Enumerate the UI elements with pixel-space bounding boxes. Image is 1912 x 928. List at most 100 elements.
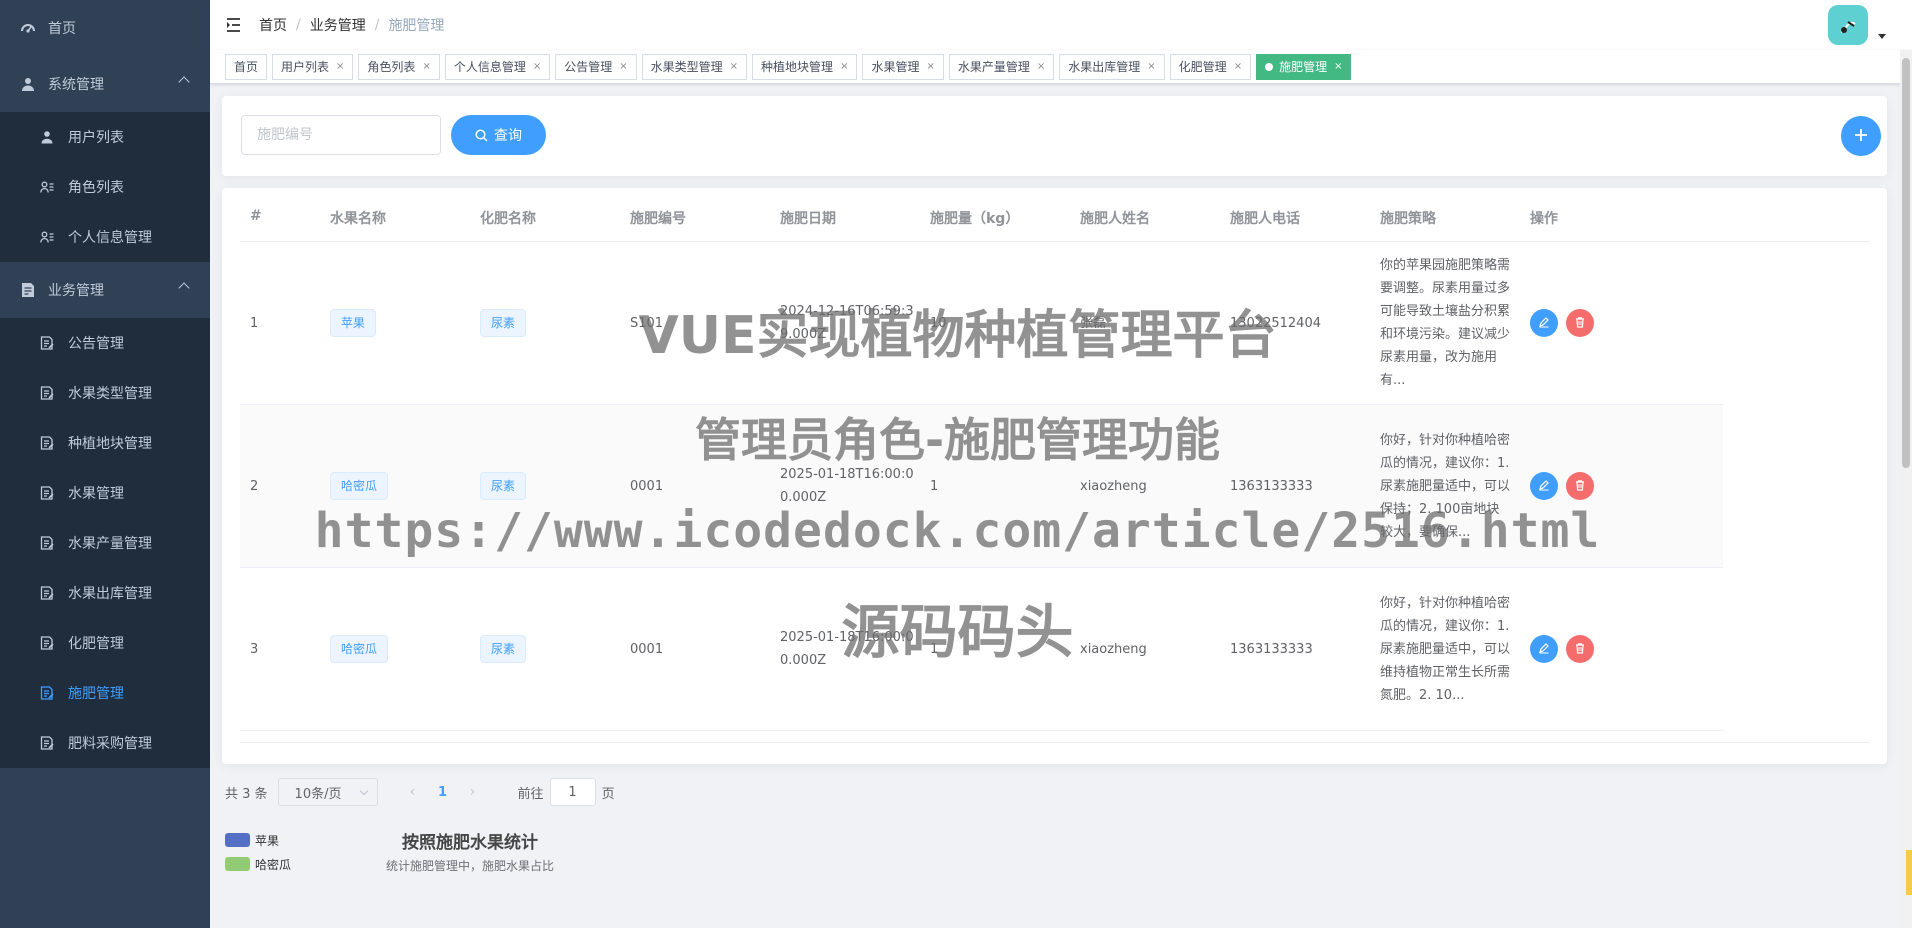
sidebar-item-plot[interactable]: 种植地块管理 <box>0 418 210 468</box>
page-number[interactable]: 1 <box>428 785 458 800</box>
add-button[interactable] <box>1841 116 1881 156</box>
tag-item[interactable]: 水果产量管理 × <box>948 53 1055 80</box>
close-icon[interactable]: × <box>336 55 344 79</box>
close-icon[interactable]: × <box>840 55 848 79</box>
cell-code: 0001 <box>630 478 664 494</box>
page-size-select[interactable]: 10条/页 <box>277 778 378 806</box>
sidebar-menu-business[interactable]: 业务管理 <box>0 262 210 318</box>
side-widget-edge <box>1906 850 1912 895</box>
document-edit-icon <box>40 536 54 550</box>
legend-item[interactable]: 苹果 <box>225 828 291 852</box>
cell-phone: 13022512404 <box>1230 315 1321 331</box>
user-menu[interactable] <box>1828 5 1886 45</box>
sidebar-item-outbound[interactable]: 水果出库管理 <box>0 568 210 618</box>
tag-label: 首页 <box>234 59 259 74</box>
sidebar-item-label: 公告管理 <box>68 336 124 352</box>
delete-button[interactable] <box>1566 635 1594 663</box>
close-icon[interactable]: × <box>422 55 430 79</box>
chart-title-block: 按照施肥水果统计 统计施肥管理中，施肥水果占比 <box>370 828 570 874</box>
sidebar-item-yield[interactable]: 水果产量管理 <box>0 518 210 568</box>
close-icon[interactable]: × <box>1147 55 1155 79</box>
trash-icon <box>1574 316 1586 331</box>
search-button[interactable]: 查询 <box>451 115 546 155</box>
cell-actions <box>1520 635 1673 663</box>
cell-person: xiaozheng <box>1080 641 1147 657</box>
page-scrollbar[interactable] <box>1900 50 1912 928</box>
column-header: 施肥人电话 <box>1230 211 1300 227</box>
tag-label: 用户列表 <box>281 59 330 74</box>
edit-button[interactable] <box>1530 472 1558 500</box>
legend-swatch <box>225 857 250 871</box>
tag-item-active[interactable]: 施肥管理 × <box>1256 53 1352 80</box>
page-size-value: 10条/页 <box>294 786 342 802</box>
sidebar-item-profile[interactable]: 个人信息管理 <box>0 212 210 262</box>
table-row: 1 苹果 尿素 S101 2024-12-16T06:59:39.000Z 10… <box>240 242 1723 405</box>
chevron-up-icon <box>178 282 190 294</box>
sidebar: 首页 系统管理 用户列表 角色列表 个人信息管理 业务管理 公告管理 水果类型管… <box>0 0 210 928</box>
cell-strategy: 你好，针对你种植哈密瓜的情况，建议你：1. 尿素施肥量适中，可以维持植物正常生长… <box>1380 595 1511 703</box>
edit-icon <box>1538 642 1550 657</box>
close-icon[interactable]: × <box>619 55 627 79</box>
close-icon[interactable]: × <box>533 55 541 79</box>
tag-item[interactable]: 公告管理 × <box>555 53 637 80</box>
search-card: 查询 <box>222 96 1887 176</box>
legend-item[interactable]: 哈密瓜 <box>225 852 291 876</box>
document-edit-icon <box>40 736 54 750</box>
sidebar-menu-system[interactable]: 系统管理 <box>0 56 210 112</box>
next-page-button[interactable]: › <box>458 784 488 800</box>
cell-fertilizer: 尿素 <box>470 635 620 663</box>
tags-view: 首页 用户列表 × 角色列表 × 个人信息管理 × 公告管理 × 水果类型管理 × 种植地… <box>210 50 1912 84</box>
search-icon <box>475 128 488 142</box>
sidebar-item-label: 水果产量管理 <box>68 536 152 552</box>
edit-button[interactable] <box>1530 635 1558 663</box>
trash-icon <box>1574 479 1586 494</box>
tag-item[interactable]: 用户列表 × <box>272 53 354 80</box>
column-header: 水果名称 <box>330 211 386 227</box>
close-icon[interactable]: × <box>1334 55 1342 79</box>
tag-label: 水果出库管理 <box>1068 59 1141 74</box>
tag-item[interactable]: 种植地块管理 × <box>752 53 858 80</box>
close-icon[interactable]: × <box>926 55 934 79</box>
scrollbar-thumb[interactable] <box>1902 58 1910 468</box>
close-icon[interactable]: × <box>1037 55 1045 79</box>
menu-fold-icon[interactable] <box>225 15 245 35</box>
legend-swatch <box>225 833 250 847</box>
navbar: 首页 / 业务管理 / 施肥管理 <box>210 0 1912 50</box>
prev-page-button[interactable]: ‹ <box>398 784 428 800</box>
caret-down-icon[interactable] <box>1878 33 1886 39</box>
close-icon[interactable]: × <box>1234 55 1242 79</box>
sidebar-item-role-list[interactable]: 角色列表 <box>0 162 210 212</box>
avatar[interactable] <box>1828 5 1868 45</box>
sidebar-item-fruit[interactable]: 水果管理 <box>0 468 210 518</box>
search-input[interactable] <box>241 115 441 155</box>
edit-button[interactable] <box>1530 309 1558 337</box>
sidebar-item-fertilizer[interactable]: 化肥管理 <box>0 618 210 668</box>
tag-item[interactable]: 水果管理 × <box>862 53 944 80</box>
delete-button[interactable] <box>1566 309 1594 337</box>
breadcrumb-separator: / <box>296 17 301 33</box>
sidebar-item-fertilization[interactable]: 施肥管理 <box>0 668 210 718</box>
close-icon[interactable]: × <box>730 55 738 79</box>
tag-label: 个人信息管理 <box>453 59 526 74</box>
sidebar-item-purchase[interactable]: 肥料采购管理 <box>0 718 210 768</box>
tag-item[interactable]: 水果类型管理 × <box>641 53 748 80</box>
tag-item[interactable]: 水果出库管理 × <box>1059 53 1165 80</box>
tag-item[interactable]: 化肥管理 × <box>1169 53 1252 80</box>
cell-fruit: 哈密瓜 <box>320 635 470 663</box>
tag-item[interactable]: 角色列表 × <box>358 53 440 80</box>
tag-item[interactable]: 首页 <box>225 53 268 80</box>
sidebar-item-fruit-type[interactable]: 水果类型管理 <box>0 368 210 418</box>
breadcrumb-home[interactable]: 首页 <box>259 15 287 35</box>
table-card: # 水果名称 化肥名称 施肥编号 施肥日期 施肥量（kg） 施肥人姓名 施肥人电… <box>222 188 1887 764</box>
document-icon <box>20 282 36 298</box>
sidebar-item-user-list[interactable]: 用户列表 <box>0 112 210 162</box>
user-icon <box>40 130 54 144</box>
chevron-up-icon <box>178 76 190 88</box>
sidebar-item-announcement[interactable]: 公告管理 <box>0 318 210 368</box>
goto-page-input[interactable] <box>549 778 596 806</box>
tag-item[interactable]: 个人信息管理 × <box>444 53 551 80</box>
cell-strategy: 你的苹果园施肥策略需要调整。尿素用量过多可能导致土壤盐分积累和环境污染。建议减少… <box>1380 258 1511 388</box>
goto-suffix: 页 <box>601 786 615 802</box>
delete-button[interactable] <box>1566 472 1594 500</box>
sidebar-item-home[interactable]: 首页 <box>0 0 210 56</box>
